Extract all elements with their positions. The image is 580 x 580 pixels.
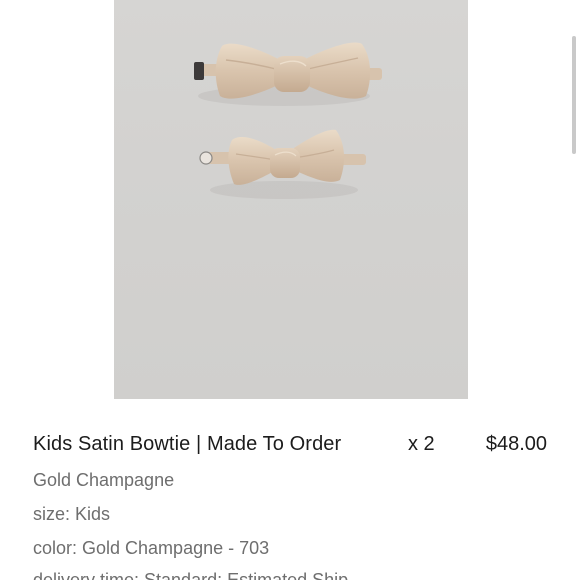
order-item-page: Kids Satin Bowtie | Made To Order x 2 $4… (0, 0, 580, 580)
color-label: color: Gold Champagne - 703 (33, 538, 270, 558)
product-image[interactable] (114, 0, 468, 399)
scrollbar[interactable] (572, 36, 576, 154)
delivery-label: delivery time: Standard: Estimated Ship (33, 570, 349, 580)
variant-label: Gold Champagne (33, 470, 175, 490)
kids-bowtie (199, 129, 366, 199)
line-item-row: Kids Satin Bowtie | Made To Order x 2 $4… (33, 433, 553, 463)
quantity-label: x 2 (408, 433, 435, 455)
size-label: size: Kids (33, 504, 111, 524)
adult-bowtie (194, 42, 382, 106)
bowtie-illustration (194, 42, 382, 199)
product-title[interactable]: Kids Satin Bowtie | Made To Order (33, 433, 341, 456)
price-label: $48.00 (485, 433, 547, 455)
